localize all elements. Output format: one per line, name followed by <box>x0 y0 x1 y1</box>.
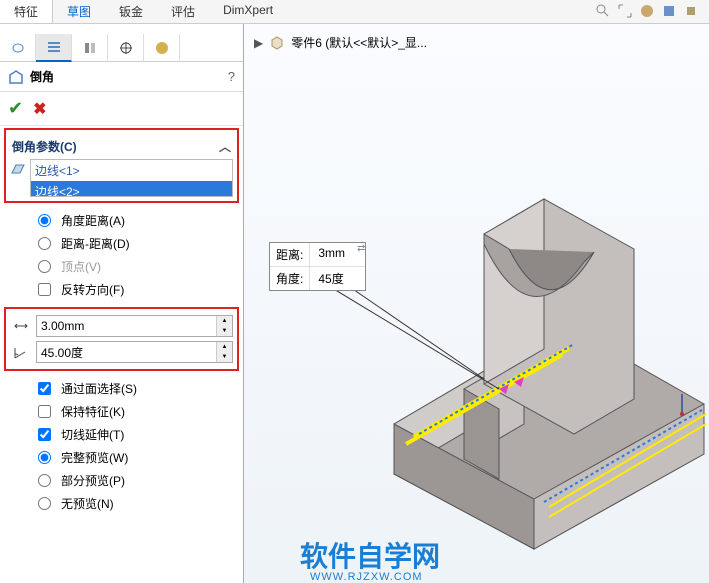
palette-icon[interactable] <box>639 3 655 19</box>
checkbox-reverse[interactable] <box>38 283 51 296</box>
checkbox-keep-feat-row[interactable]: 保持特征(K) <box>6 400 237 423</box>
panel-tabs <box>0 34 243 62</box>
angle-down[interactable]: ▼ <box>217 352 232 362</box>
search-icon[interactable] <box>595 3 611 19</box>
distance-up[interactable]: ▲ <box>217 316 232 326</box>
panel-tab-display[interactable] <box>144 34 180 62</box>
tab-feature[interactable]: 特征 <box>0 0 53 23</box>
property-panel: 倒角 ? ✔ ✖ 倒角参数(C) ︿ 边线<1> 边线<2> 角度距 <box>0 24 244 583</box>
distance-icon <box>10 318 32 334</box>
viewport[interactable]: ▶ 零件6 (默认<<默认>_显... <box>244 24 709 583</box>
callout-distance-label: 距离: <box>270 243 310 266</box>
tab-sheetmetal[interactable]: 钣金 <box>105 0 157 23</box>
callout-distance-row: 距离: 3mm ⇄ <box>270 243 365 267</box>
callout-distance-value[interactable]: 3mm <box>310 243 353 266</box>
radio-angle-dist[interactable] <box>38 214 51 227</box>
distance-field[interactable] <box>37 316 216 336</box>
selection-item-2[interactable]: 边线<2> <box>31 181 232 197</box>
collapse-icon[interactable]: ︿ <box>219 138 231 155</box>
distance-spinner: ▲ ▼ <box>216 316 232 336</box>
checkbox-keep-feat[interactable] <box>38 405 51 418</box>
expand-icon[interactable] <box>617 3 633 19</box>
edge-selection-list[interactable]: 边线<1> 边线<2> <box>30 159 233 197</box>
tab-dimxpert[interactable]: DimXpert <box>209 0 287 23</box>
radio-partial-prev-row[interactable]: 部分预览(P) <box>6 469 237 492</box>
radio-partial-prev[interactable] <box>38 474 51 487</box>
chamfer-icon <box>8 69 24 85</box>
radio-vertex[interactable] <box>38 260 51 273</box>
cancel-button[interactable]: ✖ <box>33 99 46 119</box>
checkbox-tangent[interactable] <box>38 428 51 441</box>
radio-full-prev-label: 完整预览(W) <box>61 449 128 466</box>
tab-sketch[interactable]: 草图 <box>53 0 105 23</box>
model-3d[interactable] <box>334 154 709 554</box>
book-icon[interactable] <box>661 3 677 19</box>
angle-spinner: ▲ ▼ <box>216 342 232 362</box>
checkbox-thru-face[interactable] <box>38 382 51 395</box>
edge-selection-icon <box>10 161 26 177</box>
selection-item-1[interactable]: 边线<1> <box>31 160 232 181</box>
angle-field[interactable] <box>37 342 216 362</box>
radio-full-prev-row[interactable]: 完整预览(W) <box>6 446 237 469</box>
action-row: ✔ ✖ <box>0 92 243 126</box>
radio-angle-dist-row[interactable]: 角度距离(A) <box>6 209 237 232</box>
checkbox-thru-face-label: 通过面选择(S) <box>61 380 137 397</box>
section-label: 倒角参数(C) <box>12 138 77 155</box>
part-icon <box>269 35 285 51</box>
panel-tab-dimxpert[interactable] <box>108 34 144 62</box>
callout-angle-row: 角度: 45度 <box>270 267 365 290</box>
radio-dist-dist-row[interactable]: 距离-距离(D) <box>6 232 237 255</box>
chamfer-callout[interactable]: 距离: 3mm ⇄ 角度: 45度 <box>269 242 366 291</box>
radio-dist-dist-label: 距离-距离(D) <box>61 235 130 252</box>
checkbox-reverse-label: 反转方向(F) <box>61 281 124 298</box>
radio-angle-dist-label: 角度距离(A) <box>61 212 125 229</box>
callout-angle-value[interactable]: 45度 <box>310 267 351 290</box>
checkbox-keep-feat-label: 保持特征(K) <box>61 403 125 420</box>
watermark-text: 软件自学网 <box>300 535 440 575</box>
panel-tab-config[interactable] <box>72 34 108 62</box>
radio-vertex-label: 顶点(V) <box>61 258 101 275</box>
radio-no-prev[interactable] <box>38 497 51 510</box>
distance-param-row: ▲ ▼ <box>10 313 233 339</box>
radio-dist-dist[interactable] <box>38 237 51 250</box>
panel-tab-feature-tree[interactable] <box>0 34 36 62</box>
viewport-toolbar: ▶ 零件6 (默认<<默认>_显... <box>254 34 427 51</box>
settings-icon[interactable] <box>683 3 699 19</box>
distance-input[interactable]: ▲ ▼ <box>36 315 233 337</box>
feature-header: 倒角 ? <box>0 62 243 92</box>
checkbox-tangent-label: 切线延伸(T) <box>61 426 124 443</box>
feature-title: 倒角 <box>30 68 54 85</box>
top-tabs: 特征 草图 钣金 评估 DimXpert <box>0 0 709 24</box>
document-title[interactable]: 零件6 (默认<<默认>_显... <box>291 34 427 51</box>
top-icon-bar <box>595 3 699 19</box>
help-icon[interactable]: ? <box>228 69 235 84</box>
checkbox-thru-face-row[interactable]: 通过面选择(S) <box>6 377 237 400</box>
angle-icon <box>10 344 32 360</box>
checkbox-tangent-row[interactable]: 切线延伸(T) <box>6 423 237 446</box>
callout-distance-reverse-icon[interactable]: ⇄ <box>357 243 365 266</box>
chamfer-params-highlight: 倒角参数(C) ︿ 边线<1> 边线<2> <box>4 128 239 203</box>
chamfer-params-header[interactable]: 倒角参数(C) ︿ <box>10 134 233 159</box>
angle-up[interactable]: ▲ <box>217 342 232 352</box>
radio-vertex-row[interactable]: 顶点(V) <box>6 255 237 278</box>
radio-no-prev-label: 无预览(N) <box>61 495 114 512</box>
callout-angle-label: 角度: <box>270 267 310 290</box>
watermark-url: WWW.RJZXW.COM <box>310 571 423 583</box>
params-highlight: ▲ ▼ ▲ ▼ <box>4 307 239 371</box>
ok-button[interactable]: ✔ <box>8 98 23 119</box>
distance-down[interactable]: ▼ <box>217 326 232 336</box>
radio-no-prev-row[interactable]: 无预览(N) <box>6 492 237 515</box>
tree-expand-icon[interactable]: ▶ <box>254 36 263 50</box>
angle-param-row: ▲ ▼ <box>10 339 233 365</box>
tab-evaluate[interactable]: 评估 <box>157 0 209 23</box>
radio-partial-prev-label: 部分预览(P) <box>61 472 125 489</box>
chamfer-type-section: 角度距离(A) 距离-距离(D) 顶点(V) 反转方向(F) <box>0 205 243 305</box>
panel-tab-property[interactable] <box>36 34 72 62</box>
angle-input[interactable]: ▲ ▼ <box>36 341 233 363</box>
checkbox-reverse-row[interactable]: 反转方向(F) <box>6 278 237 301</box>
radio-full-prev[interactable] <box>38 451 51 464</box>
options-section: 通过面选择(S) 保持特征(K) 切线延伸(T) 完整预览(W) 部分预览(P)… <box>0 373 243 519</box>
